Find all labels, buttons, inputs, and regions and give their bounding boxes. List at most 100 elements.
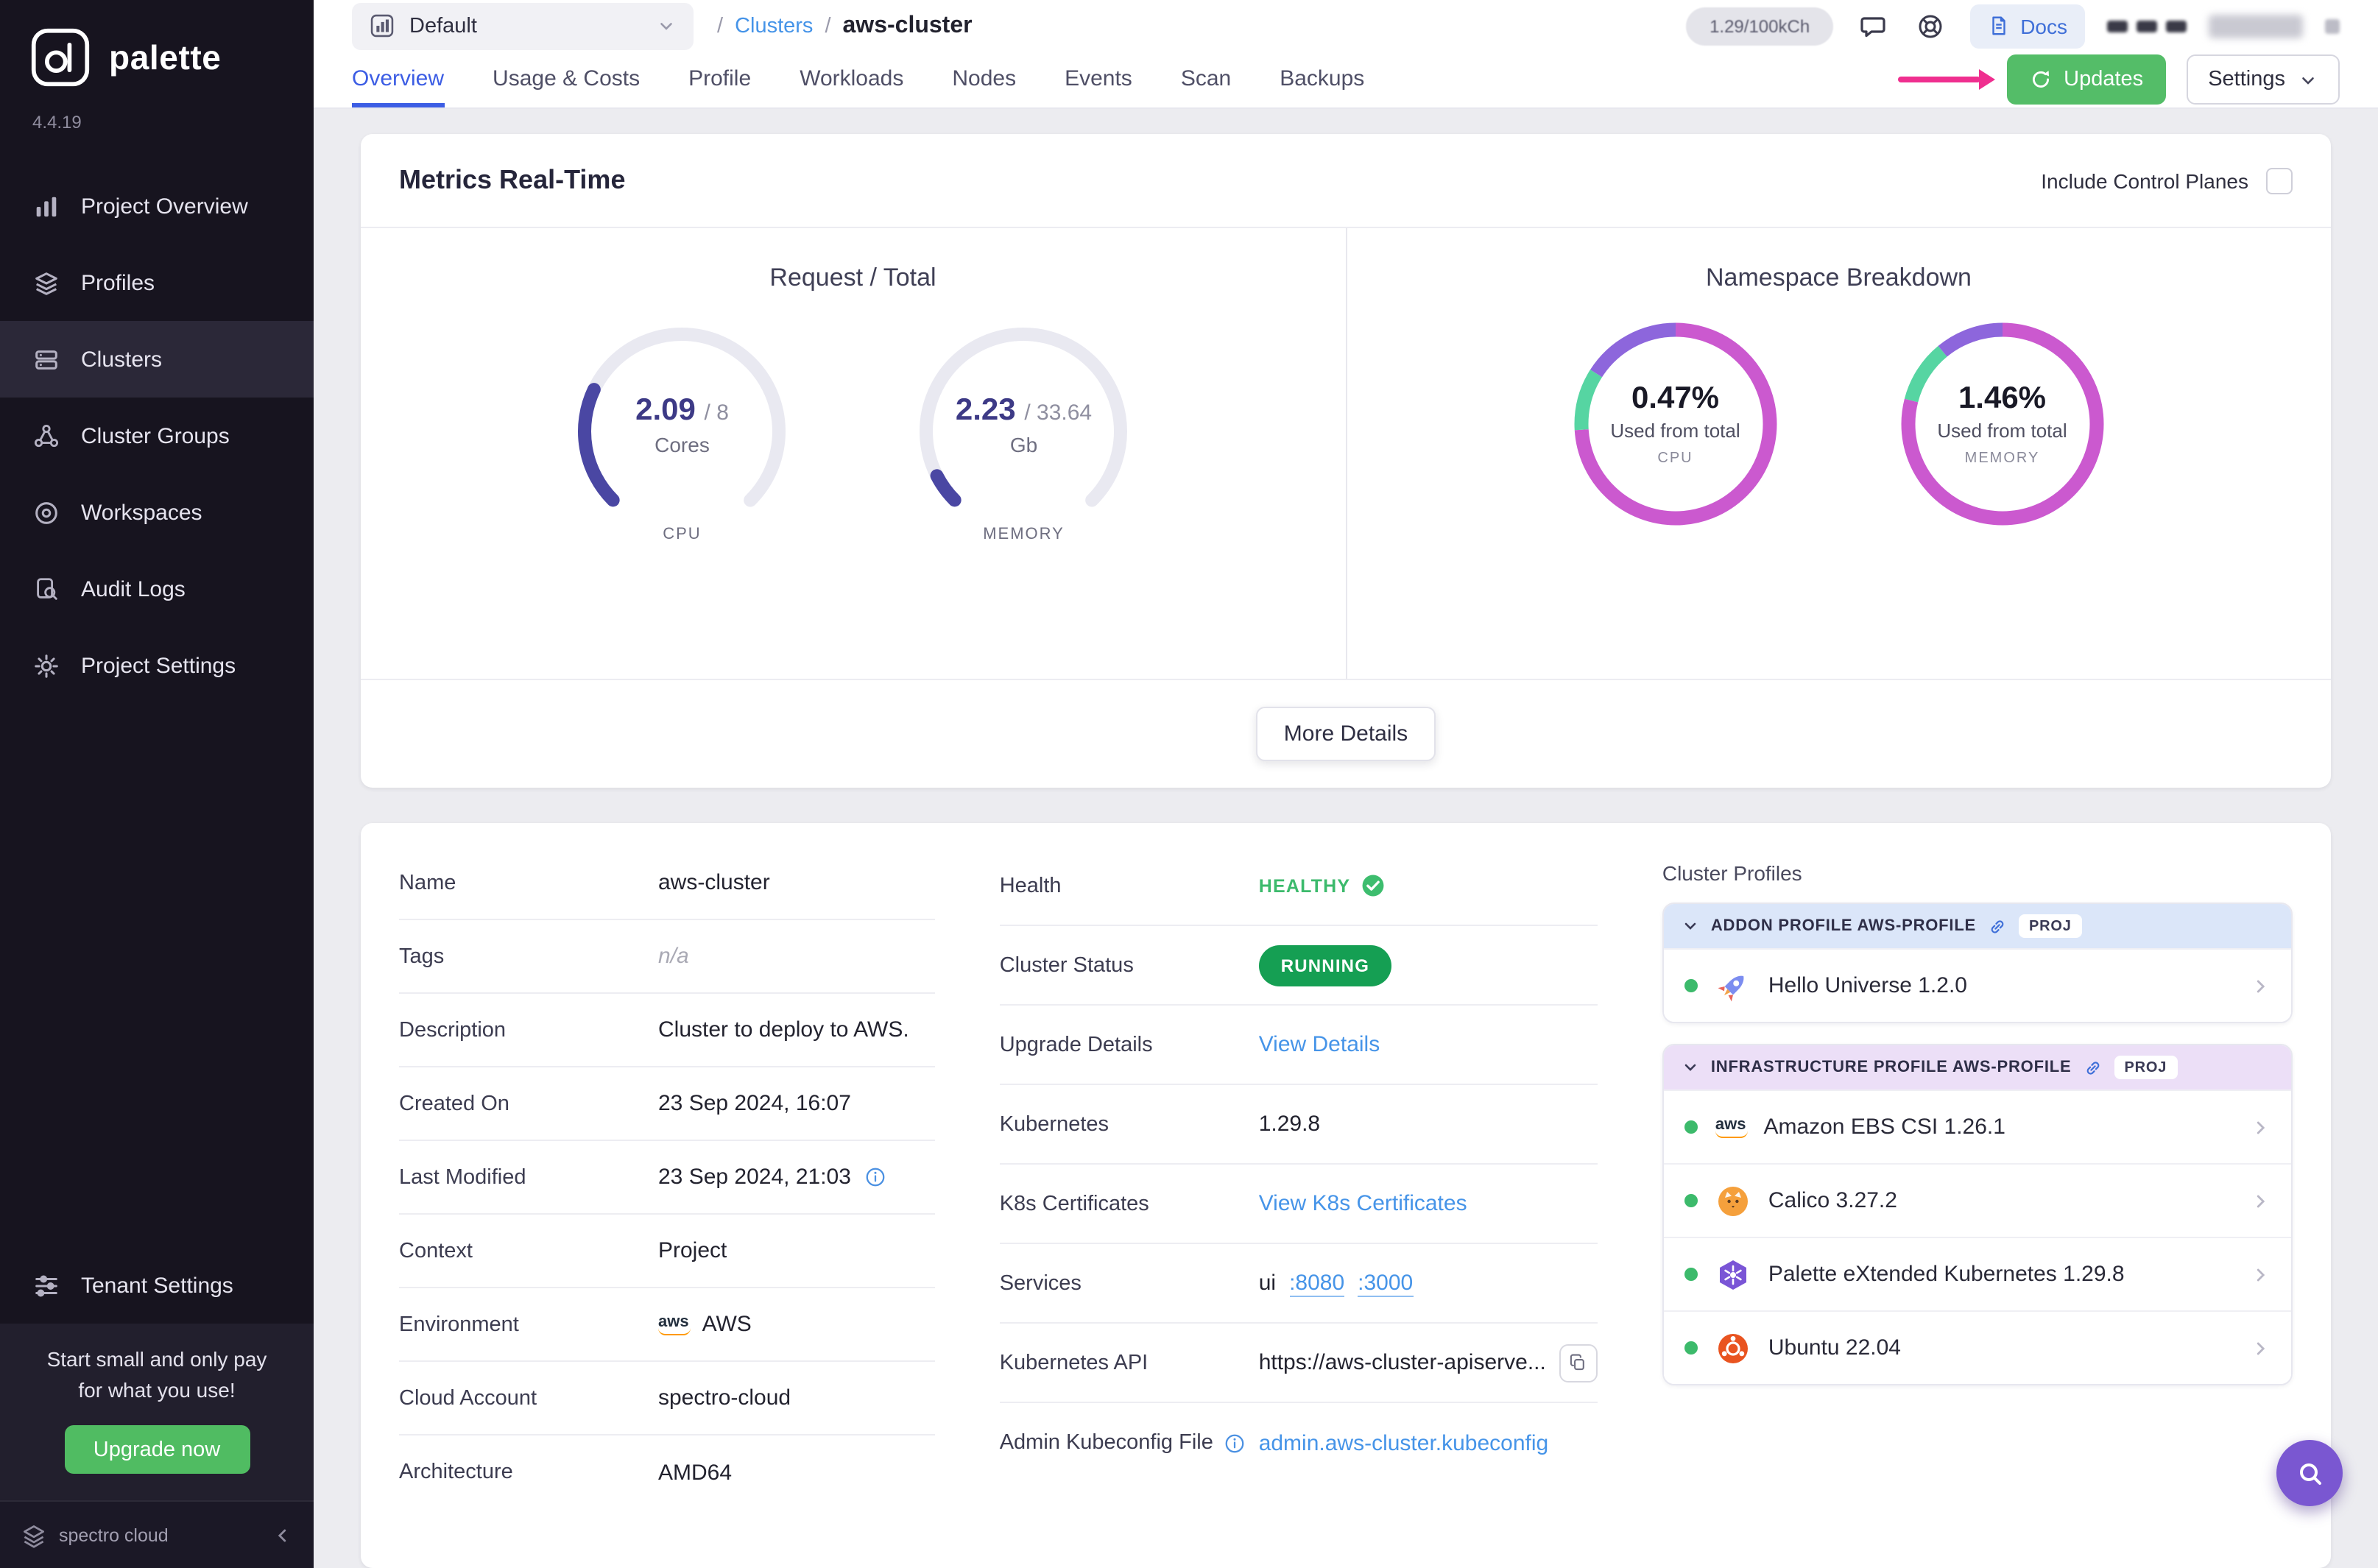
pxk-icon bbox=[1719, 1260, 1746, 1289]
detail-row-description: Description Cluster to deploy to AWS. bbox=[399, 994, 935, 1067]
profile-item-calico[interactable]: Calico 3.27.2 bbox=[1663, 1163, 2291, 1237]
upgrade-promo: Start small and only pay for what you us… bbox=[0, 1324, 314, 1500]
tab-overview[interactable]: Overview bbox=[352, 52, 445, 107]
chevron-right-icon bbox=[2250, 975, 2271, 996]
status-badge: RUNNING bbox=[1258, 944, 1392, 986]
tab-usage-costs[interactable]: Usage & Costs bbox=[493, 52, 640, 107]
main-area: Default / Clusters / aws-cluster 1.29/10… bbox=[314, 0, 2378, 1568]
service-port-3000-link[interactable]: :3000 bbox=[1358, 1270, 1414, 1296]
sidebar-item-label: Project Overview bbox=[81, 194, 248, 219]
promo-text: Start small and only pay for what you us… bbox=[46, 1347, 267, 1402]
chat-button[interactable] bbox=[1855, 8, 1891, 43]
link-icon[interactable] bbox=[2083, 1058, 2102, 1077]
bar-chart-icon bbox=[36, 196, 57, 216]
tab-workloads[interactable]: Workloads bbox=[800, 52, 903, 107]
sidebar-item-project-settings[interactable]: Project Settings bbox=[0, 627, 314, 704]
tab-nodes[interactable]: Nodes bbox=[952, 52, 1016, 107]
chevron-right-icon bbox=[2250, 1338, 2271, 1358]
sidebar-item-label: Clusters bbox=[81, 347, 163, 372]
docs-button[interactable]: Docs bbox=[1970, 4, 2085, 49]
view-details-link[interactable]: View Details bbox=[1259, 1032, 1380, 1057]
help-button[interactable] bbox=[1913, 8, 1948, 43]
metrics-header: Metrics Real-Time Include Control Planes bbox=[361, 134, 2331, 228]
sidebar-item-label: Profiles bbox=[81, 270, 155, 295]
cluster-details-card: Name aws-cluster Tags n/a Description Cl… bbox=[361, 823, 2331, 1568]
sidebar-item-workspaces[interactable]: Workspaces bbox=[0, 474, 314, 551]
sidebar-item-label: Cluster Groups bbox=[81, 423, 230, 448]
sidebar-item-tenant-settings[interactable]: Tenant Settings bbox=[0, 1248, 314, 1324]
chevron-down-icon bbox=[657, 16, 676, 35]
cluster-profiles-title: Cluster Profiles bbox=[1662, 861, 1802, 885]
detail-row-upgrade-details: Upgrade Details View Details bbox=[999, 1006, 1598, 1085]
namespace-memory-percent: 1.46% bbox=[1958, 381, 2047, 415]
cpu-gauge-label: CPU bbox=[663, 526, 702, 543]
tab-scan[interactable]: Scan bbox=[1181, 52, 1231, 107]
sidebar-item-project-overview[interactable]: Project Overview bbox=[0, 168, 314, 244]
sidebar-item-clusters[interactable]: Clusters bbox=[0, 321, 314, 398]
addon-profile-label: ADDON PROFILE AWS-PROFILE bbox=[1710, 917, 1977, 935]
updates-button[interactable]: Updates bbox=[2006, 54, 2166, 105]
usage-credits-pill: 1.29/100kCh bbox=[1686, 7, 1834, 46]
tab-backups[interactable]: Backups bbox=[1280, 52, 1364, 107]
upgrade-now-button[interactable]: Upgrade now bbox=[64, 1425, 250, 1474]
project-selector[interactable]: Default bbox=[352, 2, 694, 50]
tab-profile[interactable]: Profile bbox=[688, 52, 751, 107]
link-icon[interactable] bbox=[1988, 917, 2007, 936]
cpu-total-value: / 8 bbox=[704, 400, 729, 425]
settings-button[interactable]: Settings bbox=[2186, 54, 2340, 105]
sidebar-item-profiles[interactable]: Profiles bbox=[0, 244, 314, 321]
search-fab[interactable] bbox=[2276, 1440, 2343, 1506]
sidebar-item-label: Workspaces bbox=[81, 500, 202, 525]
request-total-title: Request / Total bbox=[769, 264, 936, 292]
breadcrumb-clusters-link[interactable]: Clusters bbox=[735, 14, 813, 38]
request-total-section: Request / Total 2.09 / 8 Cores CPU 2.23 … bbox=[361, 228, 1347, 679]
cpu-request-value: 2.09 bbox=[635, 392, 696, 426]
gear-icon bbox=[35, 654, 58, 677]
detail-row-kubernetes: Kubernetes 1.29.8 bbox=[999, 1085, 1598, 1165]
sidebar-nav: Project Overview Profiles Clusters Clust… bbox=[0, 168, 314, 704]
memory-unit: Gb bbox=[1009, 432, 1038, 456]
detail-row-name: Name aws-cluster bbox=[399, 847, 935, 920]
memory-total-value: / 33.64 bbox=[1024, 400, 1093, 425]
kubeconfig-download-link[interactable]: admin.aws-cluster.kubeconfig bbox=[1259, 1430, 1549, 1455]
detail-row-k8s-certificates: K8s Certificates View K8s Certificates bbox=[999, 1165, 1598, 1244]
more-details-button[interactable]: More Details bbox=[1255, 707, 1436, 761]
addon-profile-header[interactable]: ADDON PROFILE AWS-PROFILE PROJ bbox=[1663, 904, 2291, 948]
copy-button[interactable] bbox=[1559, 1343, 1598, 1382]
namespace-cpu-percent: 0.47% bbox=[1631, 381, 1720, 415]
chevron-down-icon bbox=[1684, 1064, 1696, 1071]
service-port-8080-link[interactable]: :8080 bbox=[1289, 1270, 1345, 1296]
profile-item-label: Calico 3.27.2 bbox=[1768, 1188, 1897, 1213]
docs-icon bbox=[1992, 16, 2005, 35]
info-icon[interactable] bbox=[864, 1166, 886, 1188]
namespace-memory-donut: 1.46% Used from total MEMORY bbox=[1892, 314, 2113, 534]
chevron-down-icon bbox=[2302, 77, 2314, 84]
chart-box-icon bbox=[370, 14, 394, 38]
view-k8s-certificates-link[interactable]: View K8s Certificates bbox=[1259, 1191, 1467, 1216]
profile-item-palette-extended-kubernetes[interactable]: Palette eXtended Kubernetes 1.29.8 bbox=[1663, 1237, 2291, 1310]
profile-item-amazon-ebs-csi[interactable]: aws Amazon EBS CSI 1.26.1 bbox=[1663, 1090, 2291, 1163]
memory-request-value: 2.23 bbox=[955, 392, 1016, 426]
sidebar-item-label: Tenant Settings bbox=[81, 1273, 233, 1299]
profile-item-hello-universe[interactable]: Hello Universe 1.2.0 bbox=[1663, 948, 2291, 1022]
cluster-profiles-column: Cluster Profiles ADDON PROFILE AWS-PROFI… bbox=[1662, 847, 2293, 1509]
sidebar: palette 4.4.19 Project Overview Profiles bbox=[0, 0, 314, 1568]
sidebar-item-label: Audit Logs bbox=[81, 576, 186, 601]
target-icon bbox=[35, 501, 57, 523]
tab-events[interactable]: Events bbox=[1065, 52, 1132, 107]
infrastructure-profile-header[interactable]: INFRASTRUCTURE PROFILE AWS-PROFILE PROJ bbox=[1663, 1045, 2291, 1090]
infrastructure-profile-label: INFRASTRUCTURE PROFILE AWS-PROFILE bbox=[1710, 1059, 2072, 1076]
collapse-sidebar-button[interactable] bbox=[272, 1525, 293, 1545]
updates-label: Updates bbox=[2064, 68, 2144, 92]
sidebar-item-audit-logs[interactable]: Audit Logs bbox=[0, 551, 314, 627]
footer-brand: spectro cloud bbox=[59, 1525, 169, 1545]
info-icon[interactable] bbox=[1224, 1432, 1246, 1454]
list-icon bbox=[35, 350, 57, 369]
include-control-planes-checkbox[interactable] bbox=[2266, 167, 2293, 194]
top-right-controls: 1.29/100kCh Docs bbox=[1686, 4, 2340, 49]
profile-item-ubuntu[interactable]: Ubuntu 22.04 bbox=[1663, 1310, 2291, 1384]
sidebar-item-cluster-groups[interactable]: Cluster Groups bbox=[0, 398, 314, 474]
redacted-avatar bbox=[2325, 18, 2340, 34]
sliders-icon bbox=[35, 1275, 57, 1297]
chat-icon bbox=[1860, 16, 1885, 37]
